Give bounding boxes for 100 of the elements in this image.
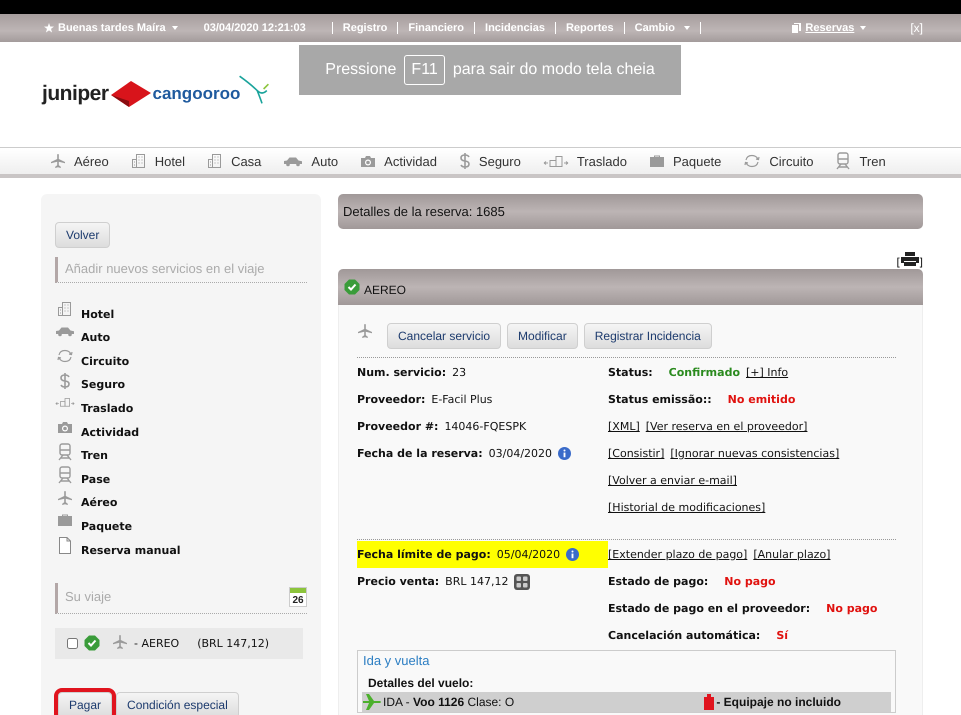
logo: juniper cangooroo [42, 76, 270, 110]
field-label: Proveedor: [357, 393, 426, 406]
star-icon [44, 23, 54, 33]
status-value: Sí [776, 629, 788, 642]
service-tab[interactable]: Traslado [542, 154, 627, 168]
link[interactable]: [Historial de modificaciones] [608, 501, 766, 514]
flight-title: Ida y vuelta [362, 653, 430, 668]
back-button[interactable]: Volver [55, 222, 110, 248]
field-label: Status emissão:: [608, 393, 712, 406]
calculator-icon[interactable] [514, 574, 530, 590]
train-icon [57, 466, 73, 484]
building-icon [57, 301, 73, 317]
luggage-icon [704, 694, 714, 710]
baggage-note: - Equipaje no incluido [716, 695, 841, 709]
transfer-icon [55, 395, 75, 410]
add-service-item[interactable]: Circuito [55, 348, 321, 368]
calendar-icon[interactable]: 26 [289, 586, 307, 607]
document-icon [58, 536, 72, 554]
add-service-item[interactable]: Aéreo [55, 490, 321, 510]
service-tab[interactable]: Aéreo [50, 153, 109, 169]
fullscreen-notice: Pressione F11 para sair do modo tela cheia [299, 45, 681, 95]
field-label: Cancelación automática: [608, 629, 760, 642]
date-time: 03/04/2020 12:21:03 [204, 22, 306, 34]
building-icon [207, 153, 224, 169]
plane-icon [357, 323, 373, 339]
document-icon [792, 23, 802, 33]
field-label: Precio venta: [357, 575, 440, 588]
service-title: AEREO [364, 283, 406, 297]
dollar-icon [59, 372, 71, 390]
field-value: BRL 147,12 [445, 575, 508, 588]
flight-subtitle: Detalles del vuelo: [367, 676, 474, 690]
status-value: No pago [724, 575, 776, 588]
printer-icon [900, 252, 919, 266]
field-value: E-Facil Plus [431, 393, 492, 406]
section-title: Su viaje [65, 589, 112, 604]
checkbox[interactable] [67, 638, 78, 649]
add-service-item[interactable]: Reserva manual [55, 536, 321, 557]
field-value: 14046-FQESPK [444, 420, 526, 433]
field-label: Proveedor #: [357, 420, 438, 433]
service-tab[interactable]: Tren [835, 152, 886, 170]
service-tab[interactable]: Paquete [648, 154, 722, 168]
info-icon[interactable] [566, 548, 580, 561]
plane-icon [50, 153, 66, 169]
action-button[interactable]: Condición especial [116, 692, 239, 715]
booking-title: Detalles de la reserva: 1685 [343, 204, 505, 219]
service-tab[interactable]: Hotel [130, 153, 186, 169]
service-tab[interactable]: Circuito [743, 153, 814, 169]
action-button[interactable]: Cancelar servicio [387, 323, 502, 349]
status-value: Confirmado [668, 366, 740, 379]
print-link[interactable]: [ ] [896, 252, 923, 269]
link[interactable]: [Ignorar nuevas consistencias] [670, 447, 840, 460]
service-tab[interactable]: Seguro [458, 152, 521, 170]
field-label: Estado de pago: [608, 575, 708, 588]
car-icon [55, 324, 75, 337]
field-label: Status: [608, 366, 653, 379]
link[interactable]: [XML] [608, 420, 640, 433]
link[interactable]: [Anular plazo] [753, 548, 830, 561]
action-button[interactable]: Registrar Incidencia [584, 323, 712, 349]
field-value: 05/04/2020 [496, 548, 560, 561]
car-icon [283, 155, 304, 167]
add-service-item[interactable]: Traslado [55, 395, 321, 415]
link[interactable]: [Ver reserva en el proveedor] [646, 420, 808, 433]
service-tab[interactable]: Actividad [360, 153, 437, 169]
link[interactable]: [Consistir] [608, 447, 664, 460]
field-label: Estado de pago en el proveedor: [608, 602, 810, 615]
camera-icon [360, 153, 376, 169]
suitcase-icon [57, 513, 73, 528]
circular-arrows-icon [743, 153, 762, 169]
link[interactable]: [Extender plazo de pago] [608, 548, 748, 561]
status-value: No pago [826, 602, 878, 615]
plane-icon [362, 693, 382, 711]
transfer-icon [542, 154, 569, 168]
add-service-item[interactable]: Auto [55, 324, 321, 344]
service-tab[interactable]: Auto [283, 154, 338, 168]
section-title: Añadir nuevos servicios en el viaje [65, 261, 264, 276]
add-service-item[interactable]: Paquete [55, 513, 321, 533]
plane-icon [57, 490, 73, 506]
train-icon [57, 442, 73, 461]
dollar-icon [458, 152, 471, 170]
link[interactable]: [Volver a enviar e-mail] [608, 474, 737, 487]
status-value: No emitido [728, 393, 796, 406]
field-label: Fecha límite de pago: [357, 548, 491, 561]
add-service-item[interactable]: Pase [55, 466, 321, 486]
field-value: 23 [452, 366, 466, 379]
action-button[interactable]: Modificar [507, 323, 578, 349]
info-icon[interactable] [558, 447, 572, 460]
service-tab[interactable]: Casa [207, 153, 262, 169]
circular-arrows-icon [56, 348, 74, 364]
add-service-item[interactable]: Tren [55, 442, 321, 462]
add-service-item[interactable]: Actividad [55, 418, 321, 439]
suitcase-icon [648, 154, 665, 168]
add-service-item[interactable]: Hotel [55, 301, 321, 321]
link[interactable]: [+] Info [746, 366, 788, 379]
flight-segment-text: IDA - Voo 1126 Clase: O [383, 695, 514, 709]
caret-icon [172, 26, 178, 30]
add-service-item[interactable]: Seguro [55, 372, 321, 392]
field-label: Fecha de la reserva: [357, 447, 483, 460]
trip-service-price: (BRL 147,12) [197, 636, 270, 650]
field-value: 03/04/2020 [488, 447, 552, 460]
trip-service-name: - AEREO [134, 636, 180, 650]
